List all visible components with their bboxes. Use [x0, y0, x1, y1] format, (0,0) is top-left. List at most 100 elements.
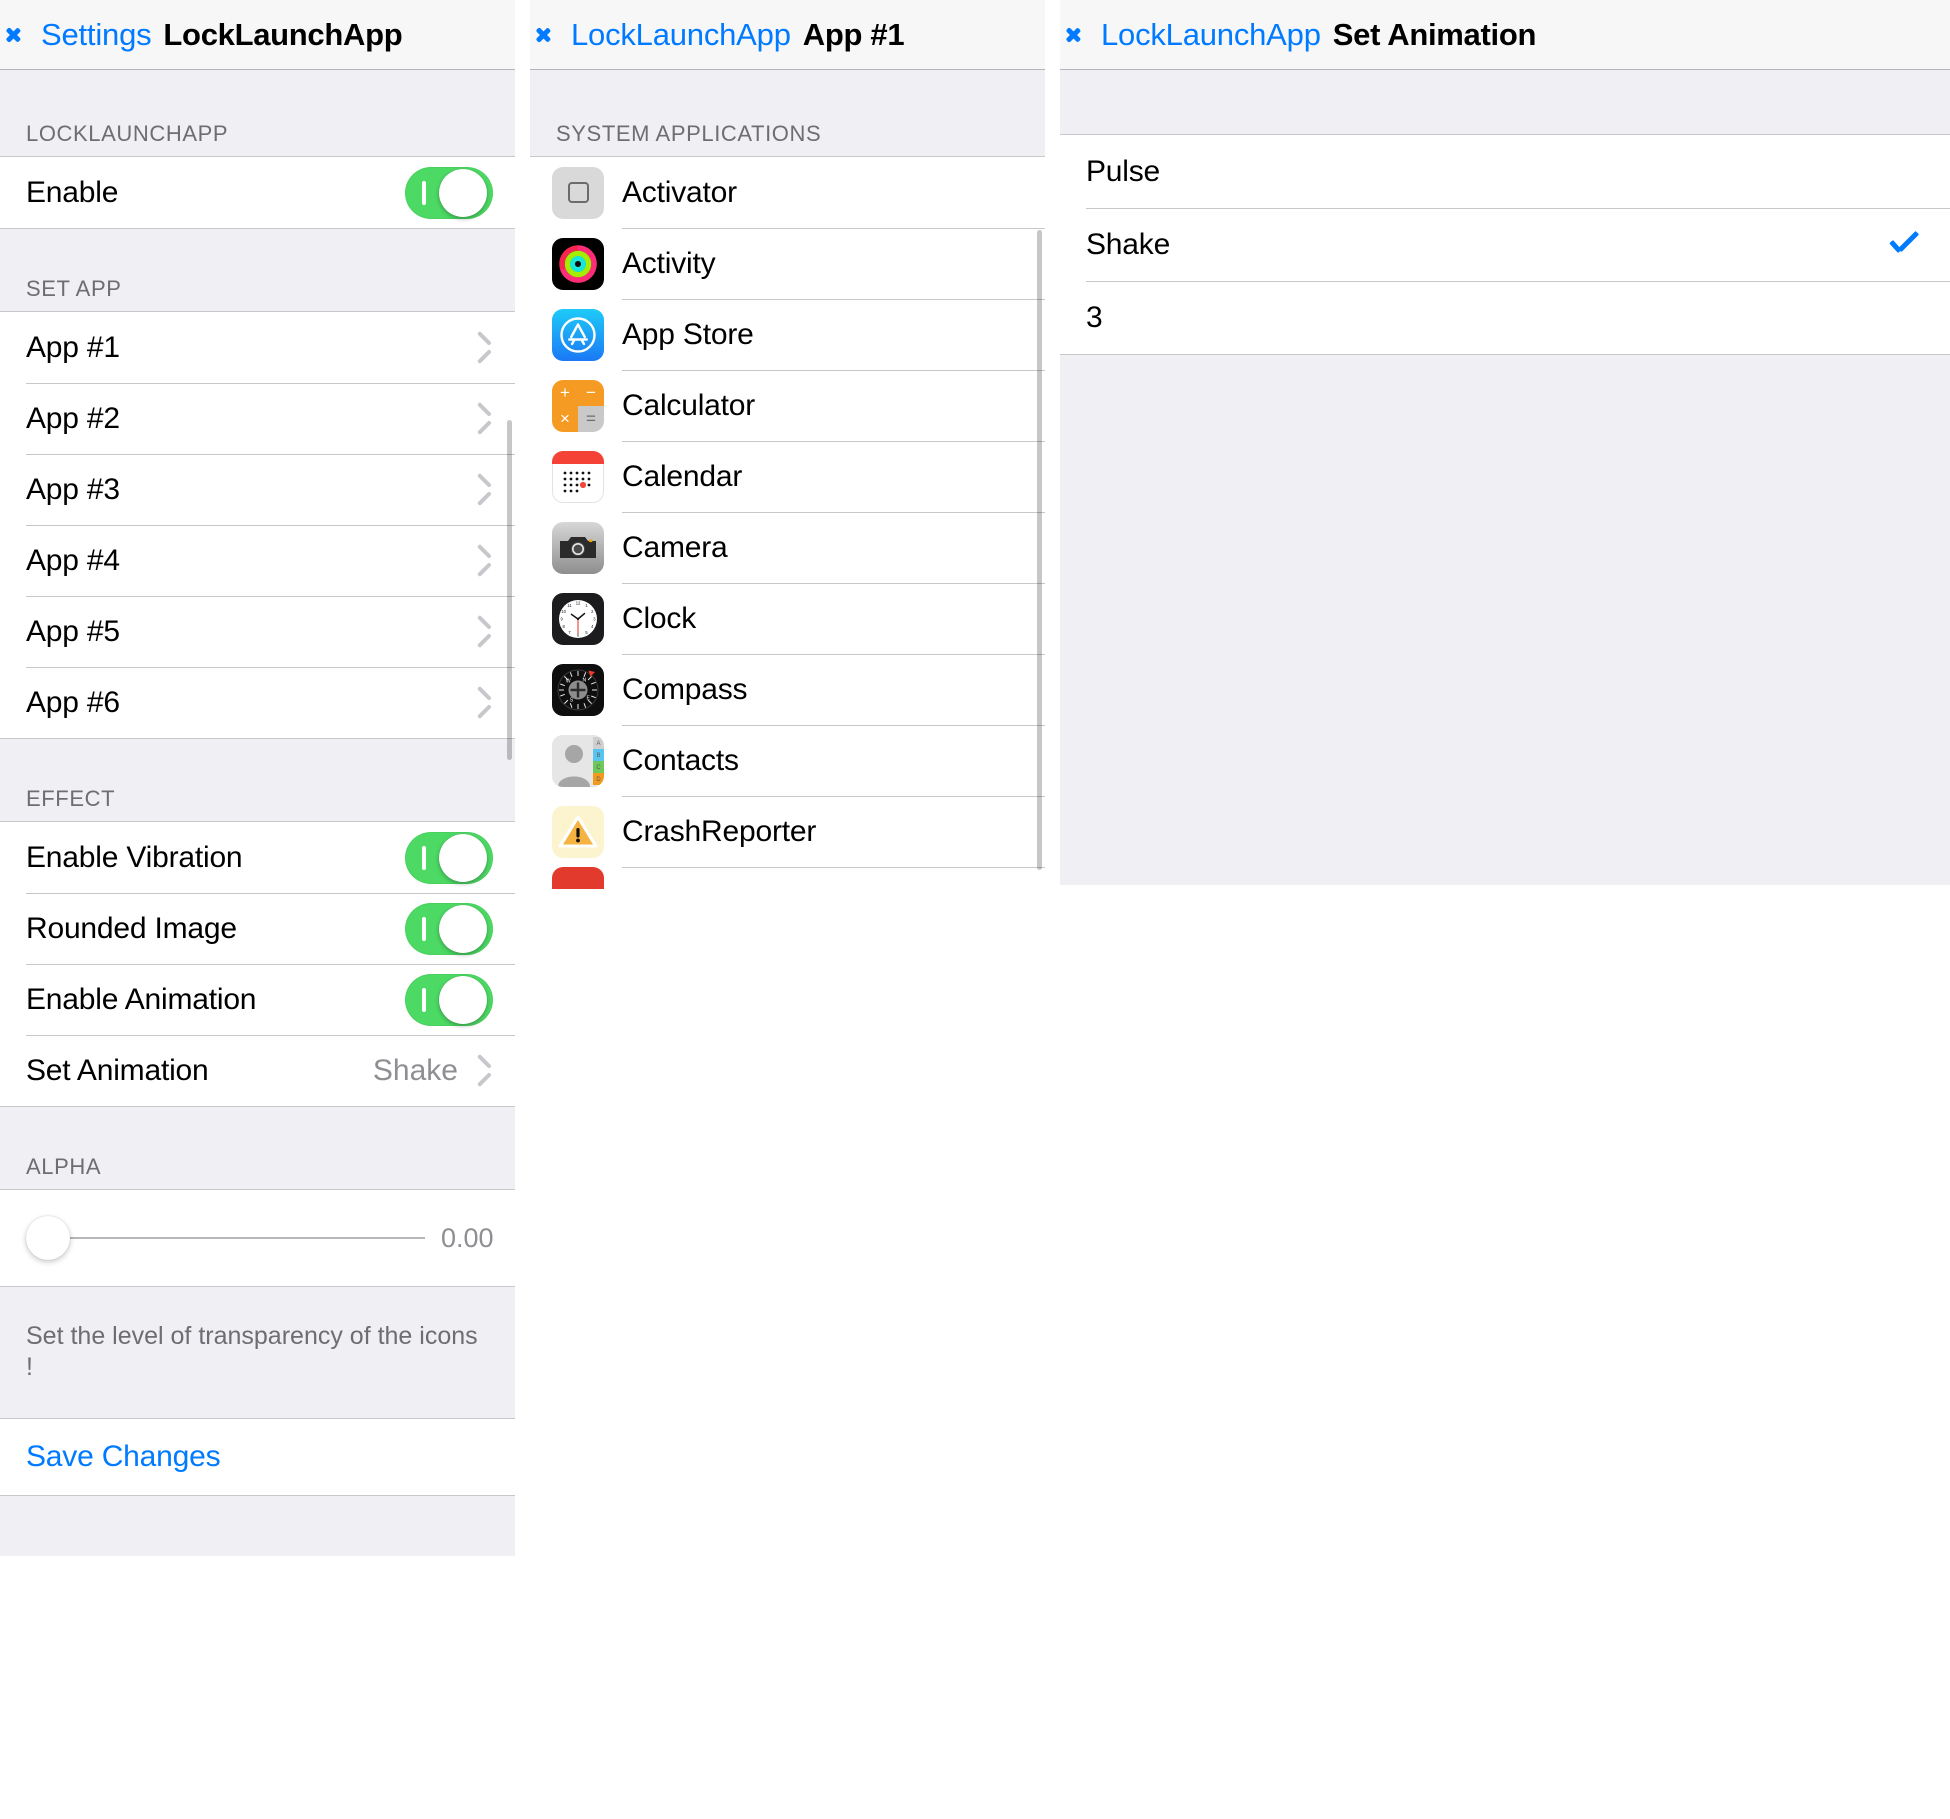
- app-name: Activator: [622, 175, 737, 209]
- svg-text:12: 12: [576, 600, 581, 605]
- rounded-image-toggle[interactable]: [405, 902, 493, 955]
- toggle-knob: [439, 904, 487, 953]
- row-app-4[interactable]: App #4: [0, 525, 515, 596]
- app-name: Clock: [622, 601, 697, 635]
- app-store-icon: [552, 308, 604, 361]
- chevron-right-icon: [474, 335, 489, 361]
- list-item-partial[interactable]: [530, 867, 1045, 889]
- back-to-locklaunchapp-button[interactable]: LockLaunchApp: [1074, 17, 1321, 53]
- toggle-on-mark-icon: [422, 845, 426, 870]
- contacts-icon: AB CD: [552, 734, 604, 787]
- toggle-on-mark-icon: [422, 180, 426, 205]
- alpha-footer-note: Set the level of transparency of the ico…: [0, 1287, 515, 1418]
- row-app-2[interactable]: App #2: [0, 383, 515, 454]
- back-label: LockLaunchApp: [1101, 16, 1321, 52]
- option-3[interactable]: 3: [1060, 281, 1950, 354]
- row-rounded-image[interactable]: Rounded Image: [0, 893, 515, 964]
- page-title: App #1: [802, 16, 905, 52]
- animation-section-spacer: [1060, 70, 1950, 134]
- option-pulse-label: Pulse: [1086, 154, 1161, 188]
- row-app-5-label: App #5: [26, 614, 120, 648]
- alpha-slider[interactable]: [26, 1216, 425, 1260]
- app-name: Compass: [622, 672, 748, 706]
- toggle-knob: [439, 975, 487, 1024]
- row-enable-animation-label: Enable Animation: [26, 982, 257, 1016]
- activator-icon: [552, 166, 604, 219]
- system-applications-list: Activator Activity App Store + − × = Cal…: [530, 156, 1045, 889]
- list-item[interactable]: CrashReporter: [530, 796, 1045, 867]
- row-enable-vibration-label: Enable Vibration: [26, 840, 243, 874]
- section-header-system-applications: SYSTEM APPLICATIONS: [556, 121, 822, 146]
- page-title: LockLaunchApp: [163, 16, 403, 52]
- app-name: Activity: [622, 246, 716, 280]
- left-scroll-indicator[interactable]: [507, 420, 512, 760]
- clock-icon: 12 1 2 345 678 9 10 11: [552, 592, 604, 645]
- enable-animation-toggle[interactable]: [405, 973, 493, 1026]
- save-changes-button[interactable]: Save Changes: [0, 1417, 515, 1496]
- option-shake-label: Shake: [1086, 227, 1171, 261]
- calc-equals: =: [578, 405, 604, 432]
- list-item[interactable]: Activator: [530, 157, 1045, 228]
- panel-divider: [1045, 0, 1060, 1819]
- camera-icon: [552, 521, 604, 574]
- row-app-1[interactable]: App #1: [0, 312, 515, 383]
- chevron-right-icon: [474, 1058, 489, 1084]
- svg-text:C: C: [596, 765, 601, 771]
- list-item[interactable]: Calendar: [530, 441, 1045, 512]
- list-item[interactable]: + − × = Calculator: [530, 370, 1045, 441]
- activity-icon: [552, 237, 604, 290]
- list-item[interactable]: N E S W Compass: [530, 654, 1045, 725]
- row-enable-vibration[interactable]: Enable Vibration: [0, 822, 515, 893]
- option-pulse[interactable]: Pulse: [1060, 135, 1950, 208]
- row-enable-animation[interactable]: Enable Animation: [0, 964, 515, 1035]
- row-rounded-image-label: Rounded Image: [26, 911, 237, 945]
- toggle-on-mark-icon: [422, 916, 426, 941]
- enable-toggle[interactable]: [405, 166, 493, 219]
- row-alpha-slider[interactable]: 0.00: [0, 1190, 515, 1286]
- right-bottom-filler: [1060, 355, 1950, 885]
- three-panel-screenshot: Settings LockLaunchApp LOCKLAUNCHAPP Ena…: [0, 0, 1950, 1819]
- middle-table-view: SYSTEM APPLICATIONS Activator Activity A…: [530, 70, 1045, 889]
- animation-options-list: Pulse Shake 3: [1060, 134, 1950, 355]
- list-item[interactable]: AB CD Contacts: [530, 725, 1045, 796]
- list-item[interactable]: 12 1 2 345 678 9 10 11 Clock: [530, 583, 1045, 654]
- toggle-on-mark-icon: [422, 987, 426, 1012]
- row-app-3-label: App #3: [26, 472, 120, 506]
- set-app-cells: App #1 App #2 App #3 App #4 App #5 App #…: [0, 311, 515, 739]
- chevron-left-icon: [14, 21, 30, 49]
- option-shake[interactable]: Shake: [1060, 208, 1950, 281]
- list-item[interactable]: Activity: [530, 228, 1045, 299]
- slider-knob[interactable]: [26, 1216, 70, 1260]
- back-to-settings-button[interactable]: Settings: [14, 16, 152, 53]
- page-title: Set Animation: [1332, 16, 1537, 52]
- list-item[interactable]: App Store: [530, 299, 1045, 370]
- chevron-right-icon: [474, 619, 489, 645]
- row-app-3[interactable]: App #3: [0, 454, 515, 525]
- back-label: LockLaunchApp: [571, 16, 791, 52]
- checkmark-icon: [1886, 228, 1920, 262]
- compass-w: W: [566, 678, 571, 684]
- back-to-locklaunchapp-button[interactable]: LockLaunchApp: [544, 17, 791, 53]
- row-app-6[interactable]: App #6: [0, 667, 515, 738]
- left-bottom-filler: [0, 1495, 515, 1556]
- list-item[interactable]: Camera: [530, 512, 1045, 583]
- row-set-animation[interactable]: Set Animation Shake: [0, 1035, 515, 1106]
- row-set-animation-label: Set Animation: [26, 1053, 209, 1087]
- app-name: Contacts: [622, 743, 739, 777]
- app-name: Calculator: [622, 388, 756, 422]
- enable-vibration-toggle[interactable]: [405, 831, 493, 884]
- locklaunchapp-cells: Enable: [0, 156, 515, 229]
- middle-navigation-bar: LockLaunchApp App #1: [530, 0, 1045, 70]
- row-app-6-label: App #6: [26, 685, 120, 719]
- panel-divider: [515, 0, 530, 1819]
- calendar-icon: [552, 450, 604, 503]
- app-name: App Store: [622, 317, 754, 351]
- section-header-alpha: ALPHA: [26, 1154, 102, 1179]
- back-label: Settings: [41, 16, 152, 52]
- partial-app-icon: [552, 867, 604, 889]
- row-app-5[interactable]: App #5: [0, 596, 515, 667]
- row-enable[interactable]: Enable: [0, 157, 515, 228]
- row-app-1-label: App #1: [26, 330, 120, 364]
- middle-scroll-indicator[interactable]: [1037, 230, 1042, 870]
- compass-s: S: [570, 697, 574, 703]
